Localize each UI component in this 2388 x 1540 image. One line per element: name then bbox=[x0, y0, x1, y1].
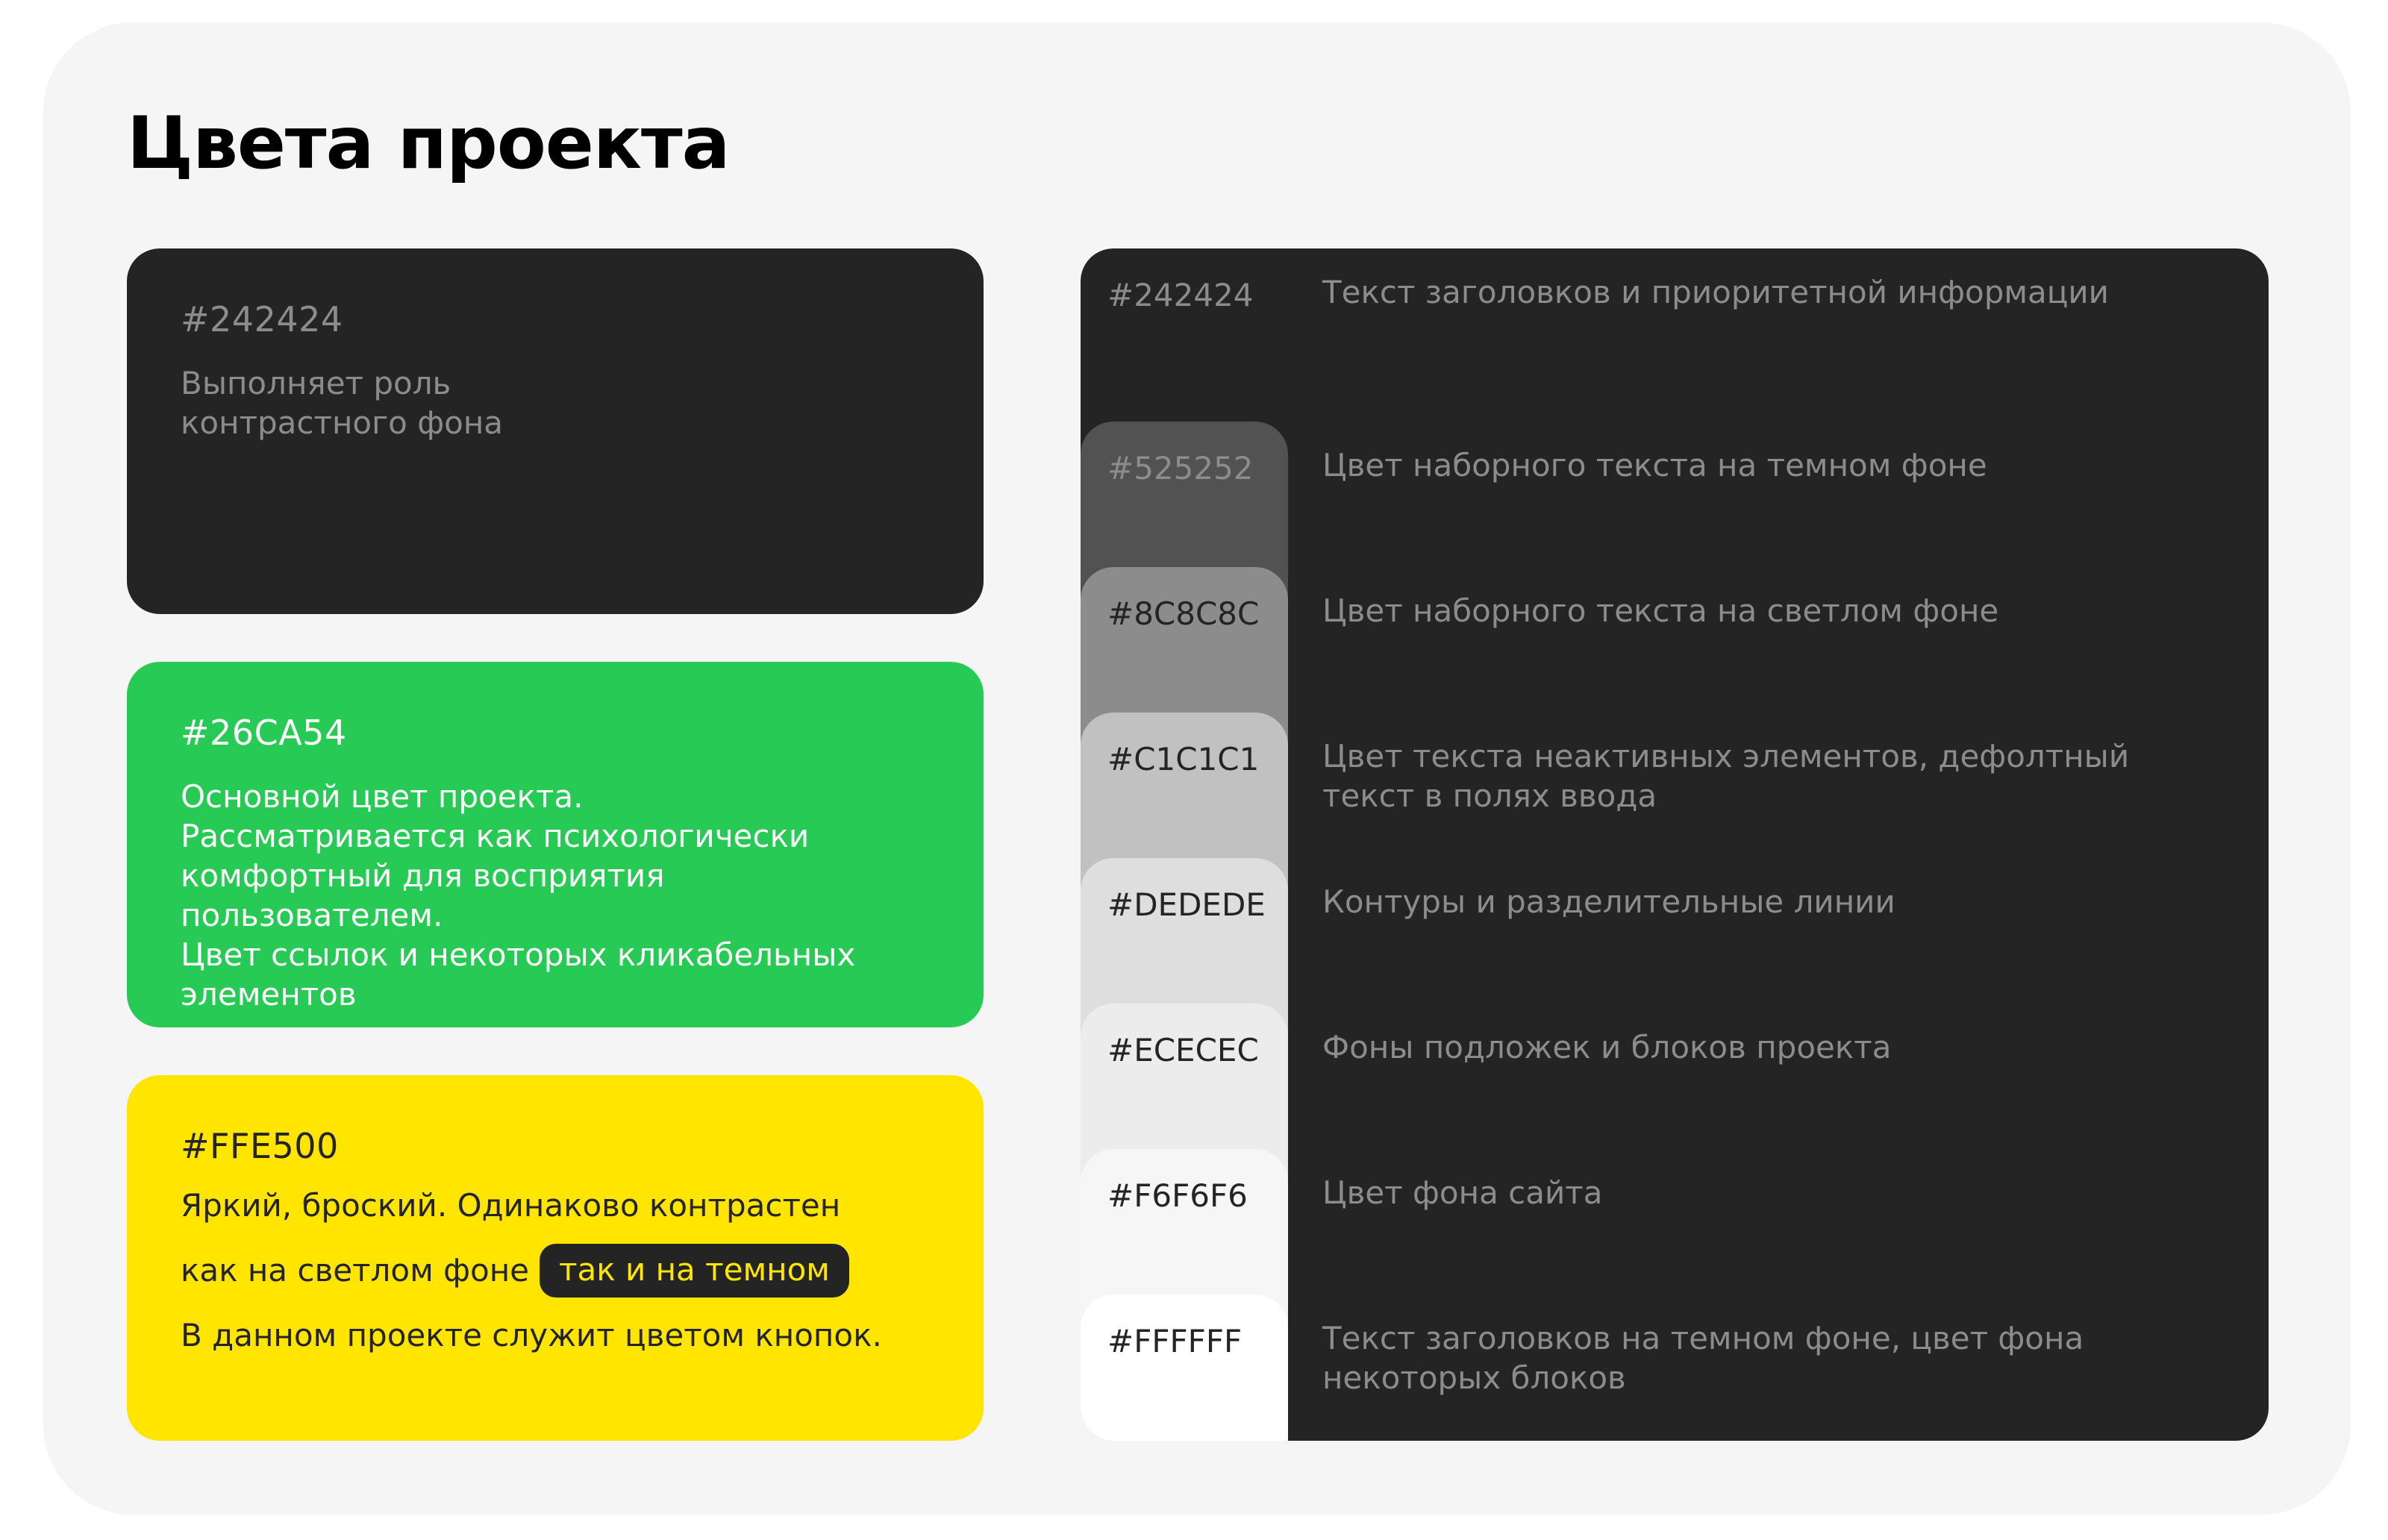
color-swatch-description: Текст заголовков и приоритетной информац… bbox=[1322, 274, 2109, 310]
page-title: Цвета проекта bbox=[127, 101, 730, 185]
color-card-description-text: как на светлом фоне bbox=[181, 1252, 530, 1289]
color-card-description-line: как на светлом фоне так и на темном bbox=[181, 1244, 930, 1298]
color-swatch bbox=[1081, 1295, 1288, 1441]
grayscale-palette-panel: #242424 Текст заголовков и приоритетной и… bbox=[1081, 248, 2269, 1441]
color-swatch-description: Цвет наборного текста на темном фоне bbox=[1322, 447, 1987, 483]
color-swatch-hex: #DEDEDE bbox=[1107, 886, 1266, 923]
color-swatch-hex: #F6F6F6 bbox=[1107, 1177, 1248, 1214]
color-card-description: Выполняет роль контрастного фона bbox=[181, 365, 504, 441]
color-swatch-hex: #C1C1C1 bbox=[1107, 741, 1260, 777]
color-card-green: #26CA54 Основной цвет проекта. Рассматри… bbox=[127, 662, 984, 1027]
color-swatch-hex: #525252 bbox=[1107, 450, 1254, 486]
color-card-description-line: В данном проекте служит цветом кнопок. bbox=[181, 1317, 882, 1353]
color-card-description-line: Яркий, броский. Одинаково контрастен bbox=[181, 1187, 841, 1224]
color-swatch-hex: #8C8C8C bbox=[1107, 595, 1260, 632]
color-card-yellow: #FFE500 Яркий, броский. Одинаково контра… bbox=[127, 1075, 984, 1441]
color-swatch-description: Фоны подложек и блоков проекта bbox=[1322, 1029, 1892, 1065]
color-card-hex: #FFE500 bbox=[181, 1126, 339, 1166]
color-card-hex: #242424 bbox=[181, 299, 343, 339]
color-swatch-description: Цвет наборного текста на светлом фоне bbox=[1322, 592, 1999, 629]
color-card-dark: #242424 Выполняет роль контрастного фона bbox=[127, 248, 984, 614]
color-swatch-description: Цвет текста неактивных элементов, дефолт… bbox=[1322, 738, 2130, 814]
color-card-description: Основной цвет проекта. Рассматривается к… bbox=[181, 778, 856, 1012]
color-swatch-hex: #242424 bbox=[1107, 277, 1254, 313]
color-swatch-hex: #ECECEC bbox=[1107, 1032, 1259, 1068]
color-swatch-description: Контуры и разделительные линии bbox=[1322, 883, 1895, 920]
color-swatch-hex: #FFFFFF bbox=[1107, 1323, 1243, 1359]
dark-background-example-pill: так и на темном bbox=[540, 1244, 849, 1298]
color-card-hex: #26CA54 bbox=[181, 713, 347, 753]
color-swatch-description: Цвет фона сайта bbox=[1322, 1174, 1603, 1211]
color-swatch-description: Текст заголовков на темном фоне, цвет фо… bbox=[1322, 1320, 2084, 1396]
